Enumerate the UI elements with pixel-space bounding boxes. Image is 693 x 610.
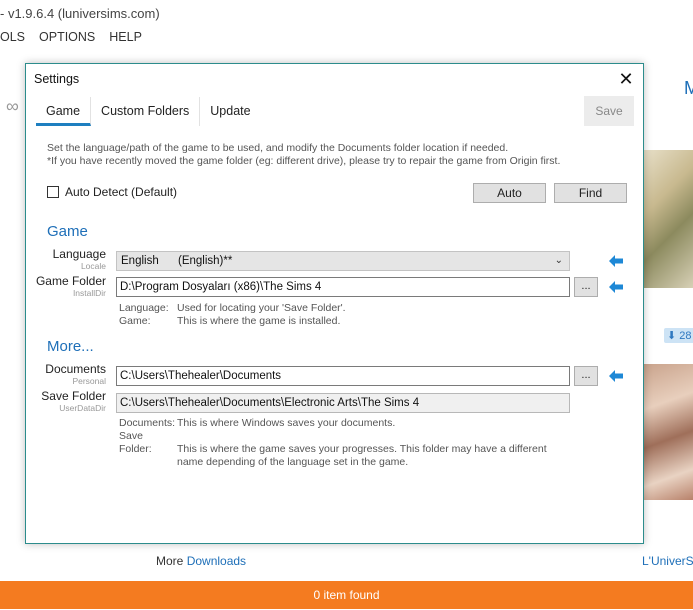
downloads-link[interactable]: Downloads bbox=[187, 554, 246, 568]
tab-game[interactable]: Game bbox=[36, 97, 92, 126]
auto-detect-label: Auto Detect (Default) bbox=[65, 185, 178, 199]
documents-browse-button[interactable]: ... bbox=[574, 366, 598, 386]
game-section-title: Game bbox=[47, 223, 88, 240]
auto-detect-option[interactable]: Auto Detect (Default) bbox=[47, 185, 177, 199]
documents-sublabel: Personal bbox=[72, 376, 106, 386]
menu-bar: OLS OPTIONS HELP bbox=[0, 30, 156, 48]
tab-update[interactable]: Update bbox=[200, 97, 260, 126]
app-window-title: - v1.9.6.4 (luniversims.com) bbox=[0, 6, 160, 21]
help-key-documents: Documents: bbox=[119, 417, 176, 429]
language-sublabel: Locale bbox=[80, 261, 106, 271]
more-downloads: More Downloads bbox=[156, 554, 246, 568]
menu-help[interactable]: HELP bbox=[109, 30, 142, 48]
language-native-value: (English)** bbox=[178, 255, 233, 267]
save-folder-label-text: Save Folder bbox=[41, 389, 106, 403]
save-folder-sublabel: UserDataDir bbox=[59, 403, 106, 413]
infinity-icon[interactable]: ∞ bbox=[6, 96, 19, 117]
help-key-game: Game: bbox=[119, 315, 151, 327]
game-folder-sublabel: InstallDir bbox=[72, 288, 106, 298]
intro-line-1: Set the language/path of the game to be … bbox=[47, 142, 509, 154]
intro-line-2: *If you have recently moved the game fol… bbox=[47, 155, 561, 167]
documents-label: Documents Personal bbox=[26, 362, 106, 387]
universims-link[interactable]: L'UniverSim bbox=[642, 554, 693, 568]
help-key-language: Language: bbox=[119, 302, 169, 314]
download-count-badge: ⬇ 28 bbox=[664, 328, 693, 343]
save-button[interactable]: Save bbox=[584, 96, 634, 126]
arrow-left-icon[interactable] bbox=[609, 255, 623, 267]
help-value-game: This is where the game is installed. bbox=[177, 315, 341, 327]
auto-button[interactable]: Auto bbox=[473, 183, 546, 203]
help-value-save-folder: This is where the game saves your progre… bbox=[177, 443, 547, 455]
language-value: English bbox=[121, 255, 159, 267]
game-help-text: Language: Used for locating your 'Save Fo… bbox=[119, 302, 346, 328]
menu-options[interactable]: OPTIONS bbox=[39, 30, 95, 48]
tab-bar: Game Custom Folders Update bbox=[36, 97, 261, 126]
game-folder-browse-button[interactable]: ... bbox=[574, 277, 598, 297]
help-key-save-folder: Save Folder: bbox=[119, 430, 152, 455]
more-help-text: Documents: This is where Windows saves yo… bbox=[119, 417, 547, 469]
language-select[interactable]: English (English)** ⌄ bbox=[116, 251, 570, 271]
item-thumbnail[interactable] bbox=[643, 150, 693, 288]
auto-detect-checkbox[interactable] bbox=[47, 186, 59, 198]
chevron-down-icon: ⌄ bbox=[554, 255, 563, 266]
game-folder-label-text: Game Folder bbox=[35, 274, 106, 288]
header-text-fragment: M bbox=[684, 78, 693, 98]
item-thumbnail[interactable] bbox=[643, 364, 693, 500]
game-folder-label: Game Folder InstallDir bbox=[26, 274, 106, 299]
language-label: Language Locale bbox=[26, 247, 106, 272]
help-value-language: Used for locating your 'Save Folder'. bbox=[177, 302, 346, 314]
find-button[interactable]: Find bbox=[554, 183, 627, 203]
save-folder-input: C:\Users\Thehealer\Documents\Electronic … bbox=[116, 393, 570, 413]
close-icon[interactable]: ✕ bbox=[615, 68, 637, 90]
more-downloads-prefix: More bbox=[156, 554, 184, 568]
arrow-left-icon[interactable] bbox=[609, 370, 623, 382]
more-section-title: More... bbox=[47, 338, 94, 355]
tab-custom-folders[interactable]: Custom Folders bbox=[91, 97, 201, 126]
help-value-documents: This is where Windows saves your documen… bbox=[177, 417, 396, 429]
arrow-left-icon[interactable] bbox=[609, 281, 623, 293]
help-value-save-folder-cont: name depending of the language set in th… bbox=[177, 456, 409, 468]
language-label-text: Language bbox=[52, 247, 106, 261]
dialog-title: Settings bbox=[34, 72, 80, 86]
settings-dialog: Settings ✕ Game Custom Folders Update Sa… bbox=[25, 63, 644, 544]
documents-input[interactable]: C:\Users\Thehealer\Documents bbox=[116, 366, 570, 386]
status-bar: 0 item found bbox=[0, 581, 693, 609]
menu-tools[interactable]: OLS bbox=[0, 30, 25, 48]
save-folder-label: Save Folder UserDataDir bbox=[26, 389, 106, 414]
documents-label-text: Documents bbox=[45, 362, 106, 376]
intro-text: Set the language/path of the game to be … bbox=[47, 142, 560, 168]
game-folder-input[interactable]: D:\Program Dosyaları (x86)\The Sims 4 bbox=[116, 277, 570, 297]
